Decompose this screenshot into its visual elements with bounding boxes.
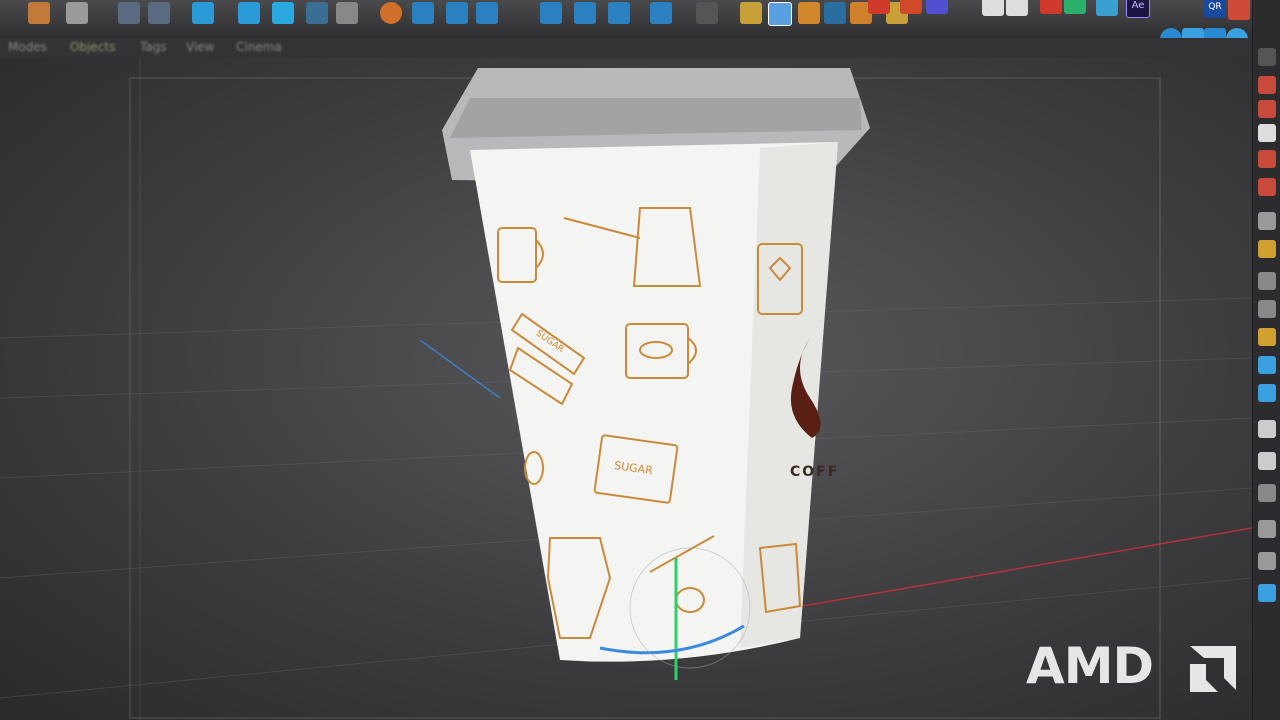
render-icon[interactable]: [66, 2, 88, 24]
tool-icon[interactable]: [1258, 356, 1276, 374]
amd-arrow-icon: [1190, 646, 1236, 692]
z-axis-line: [419, 339, 501, 399]
nurbs-icon[interactable]: [306, 2, 328, 24]
3d-viewport[interactable]: SUGAR SUGAR COFF: [0, 58, 1252, 720]
menu-item-view[interactable]: View: [186, 40, 214, 54]
tool-icon[interactable]: [1258, 150, 1276, 168]
plugin-icon[interactable]: [900, 0, 922, 14]
plugin-icon[interactable]: [1040, 0, 1062, 14]
snap-icon[interactable]: [768, 2, 792, 26]
menu-item-objects[interactable]: Objects: [70, 40, 115, 54]
tag-icon[interactable]: [574, 2, 596, 24]
move-icon[interactable]: [118, 2, 140, 24]
qr-label: QR: [1208, 2, 1222, 12]
tool-icon[interactable]: [1258, 124, 1276, 142]
coffee-brand-text: COFF: [790, 464, 839, 480]
tool-icon[interactable]: [1258, 420, 1276, 438]
tool-icon[interactable]: [1258, 484, 1276, 502]
plugin-icon[interactable]: [868, 0, 890, 14]
ae-icon[interactable]: Ae: [1126, 0, 1150, 18]
tool-icon[interactable]: [1258, 520, 1276, 538]
tool-icon[interactable]: [1258, 552, 1276, 570]
snap-icon[interactable]: [798, 2, 820, 24]
tool-icon[interactable]: [1258, 328, 1276, 346]
main-toolbar: Ae QR: [0, 0, 1280, 50]
object-icon[interactable]: [28, 2, 50, 24]
plugin-icon[interactable]: [926, 0, 948, 14]
light-icon[interactable]: [380, 2, 402, 24]
tool-icon[interactable]: [1258, 212, 1276, 230]
tool-icon[interactable]: [1258, 240, 1276, 258]
tag-icon[interactable]: [696, 2, 718, 24]
ae-label: Ae: [1131, 0, 1145, 11]
tag-icon[interactable]: [446, 2, 468, 24]
spline-icon[interactable]: [272, 2, 294, 24]
amd-logo-text: AMD: [1026, 637, 1154, 695]
plugin-icon[interactable]: [1006, 0, 1028, 16]
plugin-icon[interactable]: [1096, 0, 1118, 16]
tool-icon[interactable]: [1258, 452, 1276, 470]
deformer-icon[interactable]: [336, 2, 358, 24]
plugin-icon[interactable]: [1228, 0, 1250, 20]
scale-icon[interactable]: [148, 2, 170, 24]
tag-icon[interactable]: [650, 2, 672, 24]
camera-icon[interactable]: [412, 2, 434, 24]
plugin-icon[interactable]: [1064, 0, 1086, 14]
menu-item-modes[interactable]: Modes: [8, 40, 47, 54]
tool-icon[interactable]: [1258, 178, 1276, 196]
tool-icon[interactable]: [1258, 384, 1276, 402]
viewport-scene: SUGAR SUGAR COFF: [0, 58, 1252, 720]
tool-icon[interactable]: [1258, 584, 1276, 602]
snap-icon[interactable]: [824, 2, 846, 24]
tool-icon[interactable]: [1258, 100, 1276, 118]
tool-icon[interactable]: [1258, 272, 1276, 290]
qr-icon[interactable]: QR: [1204, 0, 1226, 18]
tool-icon[interactable]: [1258, 48, 1276, 66]
tag-icon[interactable]: [476, 2, 498, 24]
snap-icon[interactable]: [740, 2, 762, 24]
x-axis-line: [779, 527, 1252, 611]
rotate-icon[interactable]: [192, 2, 214, 24]
menu-bar: Modes Objects Tags View Cinema: [0, 38, 1280, 58]
tag-icon[interactable]: [540, 2, 562, 24]
tool-icon[interactable]: [1258, 300, 1276, 318]
menu-item-cinema[interactable]: Cinema: [236, 40, 282, 54]
tool-icon[interactable]: [1258, 76, 1276, 94]
right-tool-strip: [1252, 0, 1280, 720]
menu-item-tags[interactable]: Tags: [140, 40, 167, 54]
plugin-icon[interactable]: [982, 0, 1004, 16]
tag-icon[interactable]: [608, 2, 630, 24]
cube-icon[interactable]: [238, 2, 260, 24]
amd-logo: AMD: [1026, 640, 1246, 692]
